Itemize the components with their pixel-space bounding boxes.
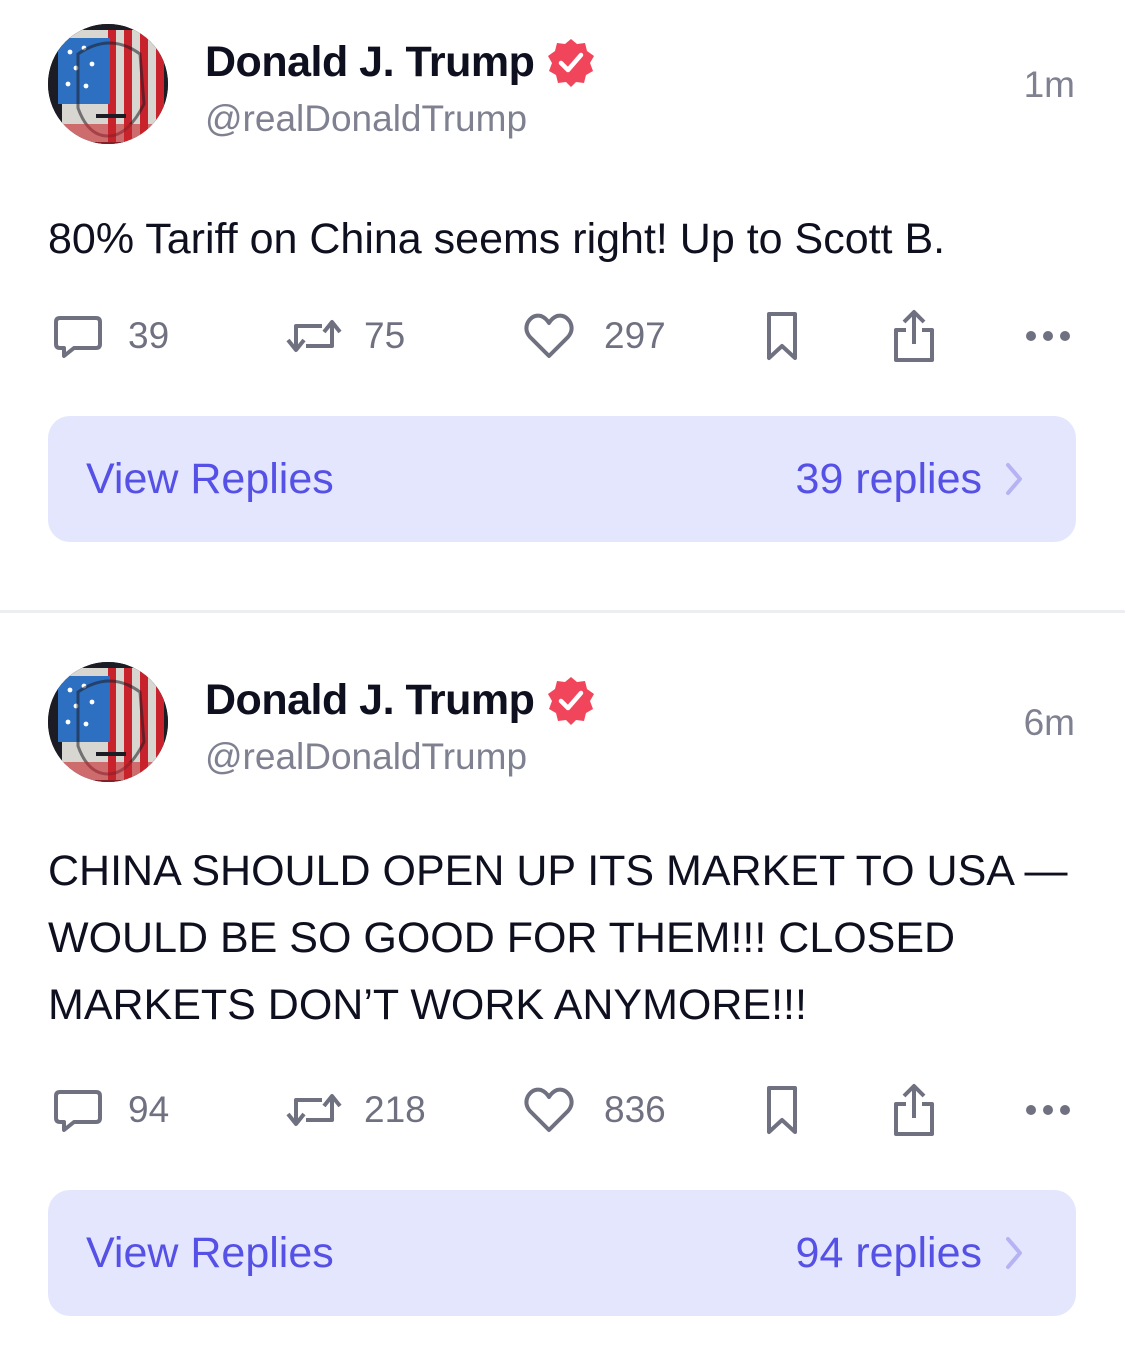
more-icon	[1026, 331, 1070, 341]
heart-icon	[524, 1087, 574, 1132]
comment-icon	[54, 316, 102, 358]
post-text: CHINA SHOULD OPEN UP ITS MARKET TO USA —…	[48, 847, 1068, 1029]
bookmark-button[interactable]	[764, 306, 800, 366]
action-bar: 39 75 297	[0, 306, 1125, 366]
replies-count: 94 replies	[795, 1228, 982, 1277]
repost-count: 218	[364, 1089, 426, 1130]
more-icon	[1026, 1105, 1070, 1115]
handle[interactable]: @realDonaldTrump	[205, 736, 527, 778]
timestamp: 1m	[1023, 64, 1075, 105]
share-button[interactable]	[890, 306, 938, 366]
share-icon	[894, 1084, 934, 1136]
verified-badge-icon	[546, 675, 596, 725]
avatar-icon	[48, 662, 168, 782]
post[interactable]: Donald J. Trump @realDonaldTrump 1m 80% …	[0, 0, 1125, 610]
view-replies-label: View Replies	[86, 1229, 334, 1277]
view-replies-button[interactable]: View Replies 94 replies	[48, 1190, 1076, 1316]
more-button[interactable]	[1024, 1080, 1072, 1140]
view-replies-button[interactable]: View Replies 39 replies	[48, 416, 1076, 542]
view-replies-label: View Replies	[86, 455, 334, 503]
reply-action[interactable]: 39	[52, 306, 169, 366]
handle[interactable]: @realDonaldTrump	[205, 98, 527, 140]
chevron-right-icon	[1004, 461, 1024, 497]
repost-count: 75	[364, 315, 406, 356]
action-bar: 94 218 836	[0, 1080, 1125, 1140]
like-count: 836	[604, 1089, 666, 1130]
reply-count: 94	[128, 1089, 170, 1130]
repost-icon	[286, 1094, 342, 1126]
display-name[interactable]: Donald J. Trump	[205, 38, 535, 87]
like-action[interactable]: 297	[524, 306, 666, 366]
replies-count: 39 replies	[795, 454, 982, 503]
bookmark-button[interactable]	[764, 1080, 800, 1140]
post-text: 80% Tariff on China seems right! Up to S…	[48, 215, 946, 263]
avatar-icon	[48, 24, 168, 144]
like-count: 297	[604, 315, 666, 356]
repost-action[interactable]: 75	[284, 306, 405, 366]
display-name[interactable]: Donald J. Trump	[205, 676, 535, 725]
comment-icon	[54, 1090, 102, 1132]
post[interactable]: Donald J. Trump @realDonaldTrump 6m CHIN…	[0, 640, 1125, 1364]
timestamp: 6m	[1023, 702, 1075, 743]
bookmark-icon	[767, 312, 797, 360]
more-button[interactable]	[1024, 306, 1072, 366]
chevron-right-icon	[1004, 1235, 1024, 1271]
share-button[interactable]	[890, 1080, 938, 1140]
reply-count: 39	[128, 315, 170, 356]
bookmark-icon	[767, 1086, 797, 1134]
like-action[interactable]: 836	[524, 1080, 666, 1140]
avatar[interactable]	[48, 24, 168, 144]
share-icon	[894, 310, 934, 362]
reply-action[interactable]: 94	[52, 1080, 169, 1140]
repost-icon	[286, 320, 342, 352]
repost-action[interactable]: 218	[284, 1080, 426, 1140]
post-divider	[0, 610, 1125, 613]
heart-icon	[524, 313, 574, 358]
avatar[interactable]	[48, 662, 168, 782]
verified-badge-icon	[546, 37, 596, 87]
